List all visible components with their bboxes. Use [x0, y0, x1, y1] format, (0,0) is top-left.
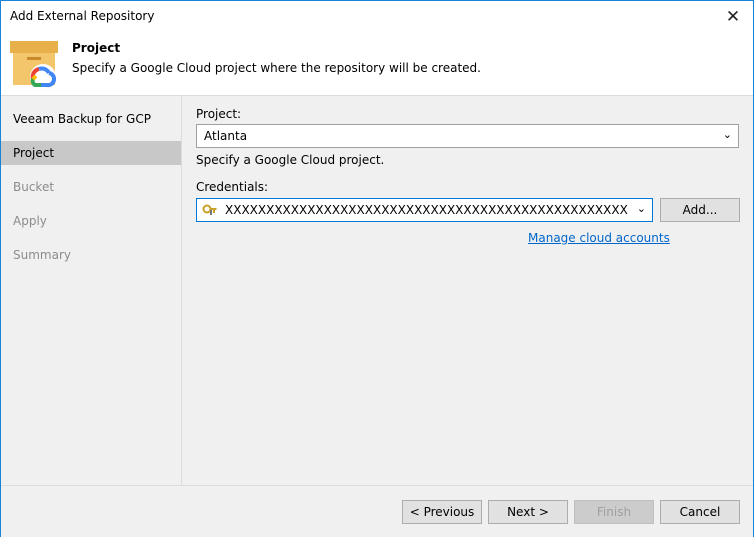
cancel-button[interactable]: Cancel: [660, 500, 740, 524]
close-button[interactable]: ✕: [713, 1, 753, 32]
step-apply: Apply: [13, 214, 47, 228]
credentials-dropdown[interactable]: XXXXXXXXXXXXXXXXXXXXXXXXXXXXXXXXXXXXXXXX…: [196, 198, 653, 222]
chevron-down-icon: ⌄: [636, 202, 646, 215]
chevron-down-icon: ⌄: [722, 128, 732, 141]
step-veeam-backup-for-gcp[interactable]: Veeam Backup for GCP: [1, 107, 181, 131]
manage-cloud-accounts-link[interactable]: Manage cloud accounts: [528, 231, 670, 245]
step-project[interactable]: Project: [1, 141, 181, 165]
credentials-value: XXXXXXXXXXXXXXXXXXXXXXXXXXXXXXXXXXXXXXXX…: [225, 203, 630, 217]
project-hint: Specify a Google Cloud project.: [196, 153, 385, 167]
step-bucket: Bucket: [13, 180, 55, 194]
title-bar: Add External Repository ✕: [1, 1, 753, 32]
page-description: Specify a Google Cloud project where the…: [72, 61, 481, 75]
key-icon: [202, 204, 217, 215]
project-value: Atlanta: [204, 129, 248, 143]
add-external-repository-dialog: Add External Repository ✕ Project Specif…: [0, 0, 754, 537]
finish-button: Finish: [574, 500, 654, 524]
wizard-content: Project: Atlanta ⌄ Specify a Google Clou…: [182, 96, 753, 485]
credentials-label: Credentials:: [196, 180, 269, 194]
wizard-header: Project Specify a Google Cloud project w…: [1, 32, 753, 96]
close-icon: ✕: [725, 6, 741, 27]
step-summary: Summary: [13, 248, 71, 262]
add-credentials-button[interactable]: Add...: [660, 198, 740, 222]
page-title: Project: [72, 41, 121, 55]
wizard-steps: Veeam Backup for GCP Project Bucket Appl…: [1, 96, 182, 485]
next-button[interactable]: Next >: [488, 500, 568, 524]
project-dropdown[interactable]: Atlanta ⌄: [196, 124, 739, 148]
wizard-footer: < Previous Next > Finish Cancel: [1, 485, 753, 537]
previous-button[interactable]: < Previous: [402, 500, 482, 524]
window-title: Add External Repository: [10, 9, 155, 23]
google-cloud-repository-icon: [10, 41, 58, 90]
project-label: Project:: [196, 107, 242, 121]
